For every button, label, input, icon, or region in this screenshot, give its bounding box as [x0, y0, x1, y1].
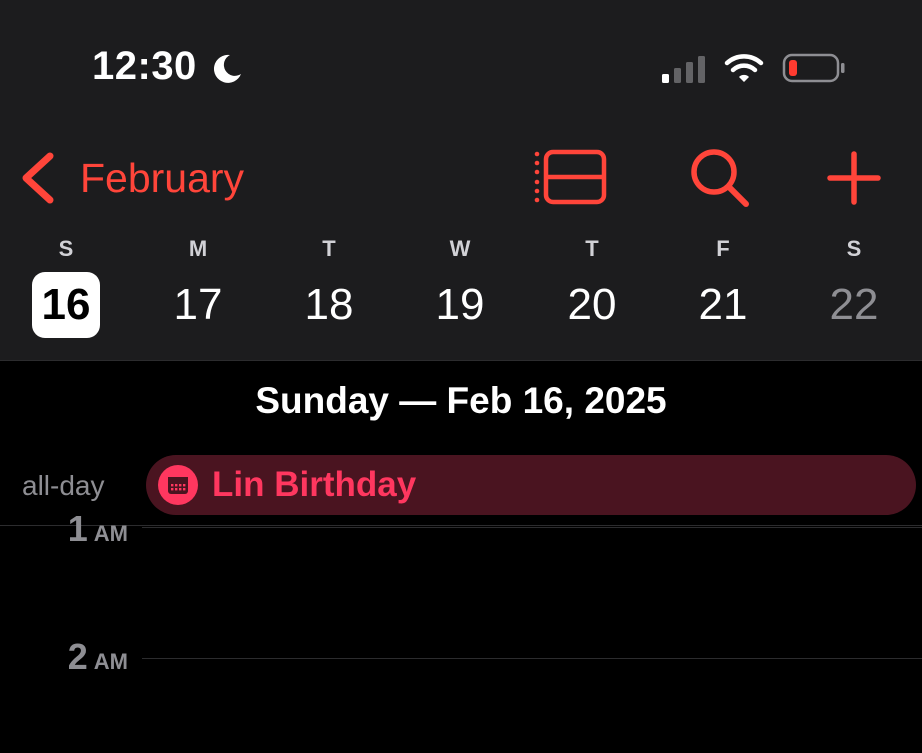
- day-number: 21: [698, 280, 748, 329]
- battery-low-icon: [782, 53, 845, 83]
- status-time: 12:30: [92, 44, 197, 88]
- day-number: 22: [829, 280, 879, 329]
- day-of-week-label: F: [716, 236, 730, 261]
- day-sunday-16[interactable]: S 16: [16, 232, 116, 344]
- day-of-week-label: T: [322, 236, 336, 261]
- day-number: 17: [173, 280, 223, 329]
- cellular-signal-icon: [662, 56, 705, 83]
- day-number: 16: [32, 272, 100, 338]
- hour-gridline-2am: [142, 658, 922, 659]
- hour-gridline-1am: [142, 527, 922, 528]
- birthday-calendar-icon: [158, 465, 198, 505]
- chevron-left-icon: [22, 152, 54, 204]
- plus-icon[interactable]: [826, 150, 882, 206]
- hour-number: 2: [67, 636, 88, 677]
- hour-ampm: AM: [93, 649, 128, 674]
- hour-label-2am: 2 AM: [68, 636, 128, 678]
- day-number: 19: [435, 280, 485, 329]
- day-number: 18: [304, 280, 354, 329]
- hour-ampm: AM: [93, 521, 128, 546]
- list-view-icon[interactable]: [532, 146, 610, 208]
- day-of-week-label: S: [58, 236, 74, 261]
- day-of-week-label: M: [188, 236, 208, 261]
- day-friday-21[interactable]: F 21: [673, 232, 773, 344]
- all-day-label: all-day: [22, 470, 105, 501]
- day-monday-17[interactable]: M 17: [148, 232, 248, 344]
- wifi-icon: [724, 54, 764, 82]
- hour-number: 1: [67, 508, 88, 549]
- header-area: 12:30 February S 16 M 17 T 18 W 19 T 20 …: [0, 0, 922, 361]
- week-strip: S 16 M 17 T 18 W 19 T 20 F 21 S 22: [0, 232, 922, 352]
- day-tuesday-18[interactable]: T 18: [279, 232, 379, 344]
- event-title: Lin Birthday: [212, 465, 417, 504]
- all-day-event-lin-birthday[interactable]: Lin Birthday: [146, 455, 916, 515]
- all-day-divider: [0, 525, 922, 526]
- moon-icon: [213, 54, 241, 83]
- hour-label-1am: 1 AM: [68, 508, 128, 550]
- calendar-app: 12:30 February S 16 M 17 T 18 W 19 T 20 …: [0, 0, 922, 753]
- day-number: 20: [567, 280, 617, 329]
- search-icon[interactable]: [688, 146, 752, 210]
- day-of-week-label: T: [585, 236, 599, 261]
- day-thursday-20[interactable]: T 20: [542, 232, 642, 344]
- day-wednesday-19[interactable]: W 19: [410, 232, 510, 344]
- month-label: February: [80, 154, 245, 201]
- selected-date-heading: Sunday — Feb 16, 2025: [255, 380, 667, 421]
- day-of-week-label: S: [846, 236, 862, 261]
- back-to-month-button[interactable]: February: [18, 148, 244, 208]
- day-of-week-label: W: [449, 236, 471, 261]
- day-saturday-22[interactable]: S 22: [804, 232, 904, 344]
